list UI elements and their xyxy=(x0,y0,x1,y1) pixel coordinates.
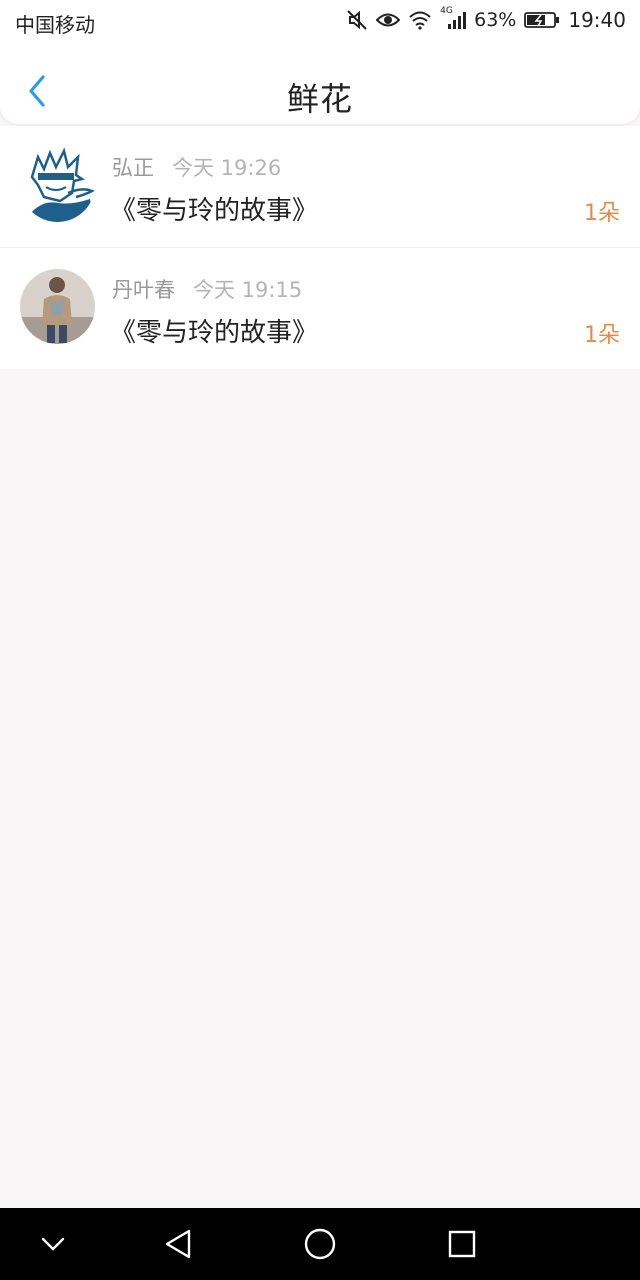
network-type-label: 4G xyxy=(440,6,453,16)
list-item[interactable]: 弘正 今天 19:26 《零与玲的故事》 1朵 xyxy=(0,126,640,247)
flower-record-list: 弘正 今天 19:26 《零与玲的故事》 1朵 丹叶春 今天 19:15 《零与玲的… xyxy=(0,126,640,369)
system-nav-bar xyxy=(0,1208,640,1280)
home-circle-icon[interactable] xyxy=(302,1226,338,1262)
recents-square-icon[interactable] xyxy=(444,1226,480,1262)
signal-icon: 4G xyxy=(440,6,467,30)
status-bar: 中国移动 4G 63% 19:40 xyxy=(0,0,640,44)
wifi-icon xyxy=(408,10,432,30)
flower-count: 1朵 xyxy=(584,323,620,348)
carrier-label: 中国移动 xyxy=(15,13,95,37)
book-title[interactable]: 《零与玲的故事》 xyxy=(110,190,318,227)
send-time: 今天 19:15 xyxy=(193,278,303,302)
page-title: 鲜花 xyxy=(286,80,353,118)
avatar[interactable] xyxy=(20,269,95,344)
sender-name[interactable]: 丹叶春 xyxy=(112,278,175,302)
send-time: 今天 19:26 xyxy=(172,156,282,180)
top-bar: 中国移动 4G 63% 19:40 鲜花 xyxy=(0,0,640,124)
record-meta: 弘正 今天 19:26 xyxy=(112,152,281,182)
sender-name[interactable]: 弘正 xyxy=(112,156,154,180)
chevron-down-icon[interactable] xyxy=(35,1226,71,1262)
eye-icon xyxy=(376,11,401,29)
battery-percent: 63% xyxy=(474,9,517,31)
avatar[interactable] xyxy=(20,147,95,222)
back-triangle-icon[interactable] xyxy=(160,1226,196,1262)
flower-count: 1朵 xyxy=(584,201,620,226)
status-icons: 4G 63% 19:40 xyxy=(346,6,626,32)
book-title[interactable]: 《零与玲的故事》 xyxy=(110,312,318,349)
clock: 19:40 xyxy=(568,8,626,32)
list-item[interactable]: 丹叶春 今天 19:15 《零与玲的故事》 1朵 xyxy=(0,247,640,369)
header: 鲜花 xyxy=(0,60,640,124)
battery-charging-icon xyxy=(524,11,560,29)
record-meta: 丹叶春 今天 19:15 xyxy=(112,274,302,304)
mute-icon xyxy=(346,9,368,31)
